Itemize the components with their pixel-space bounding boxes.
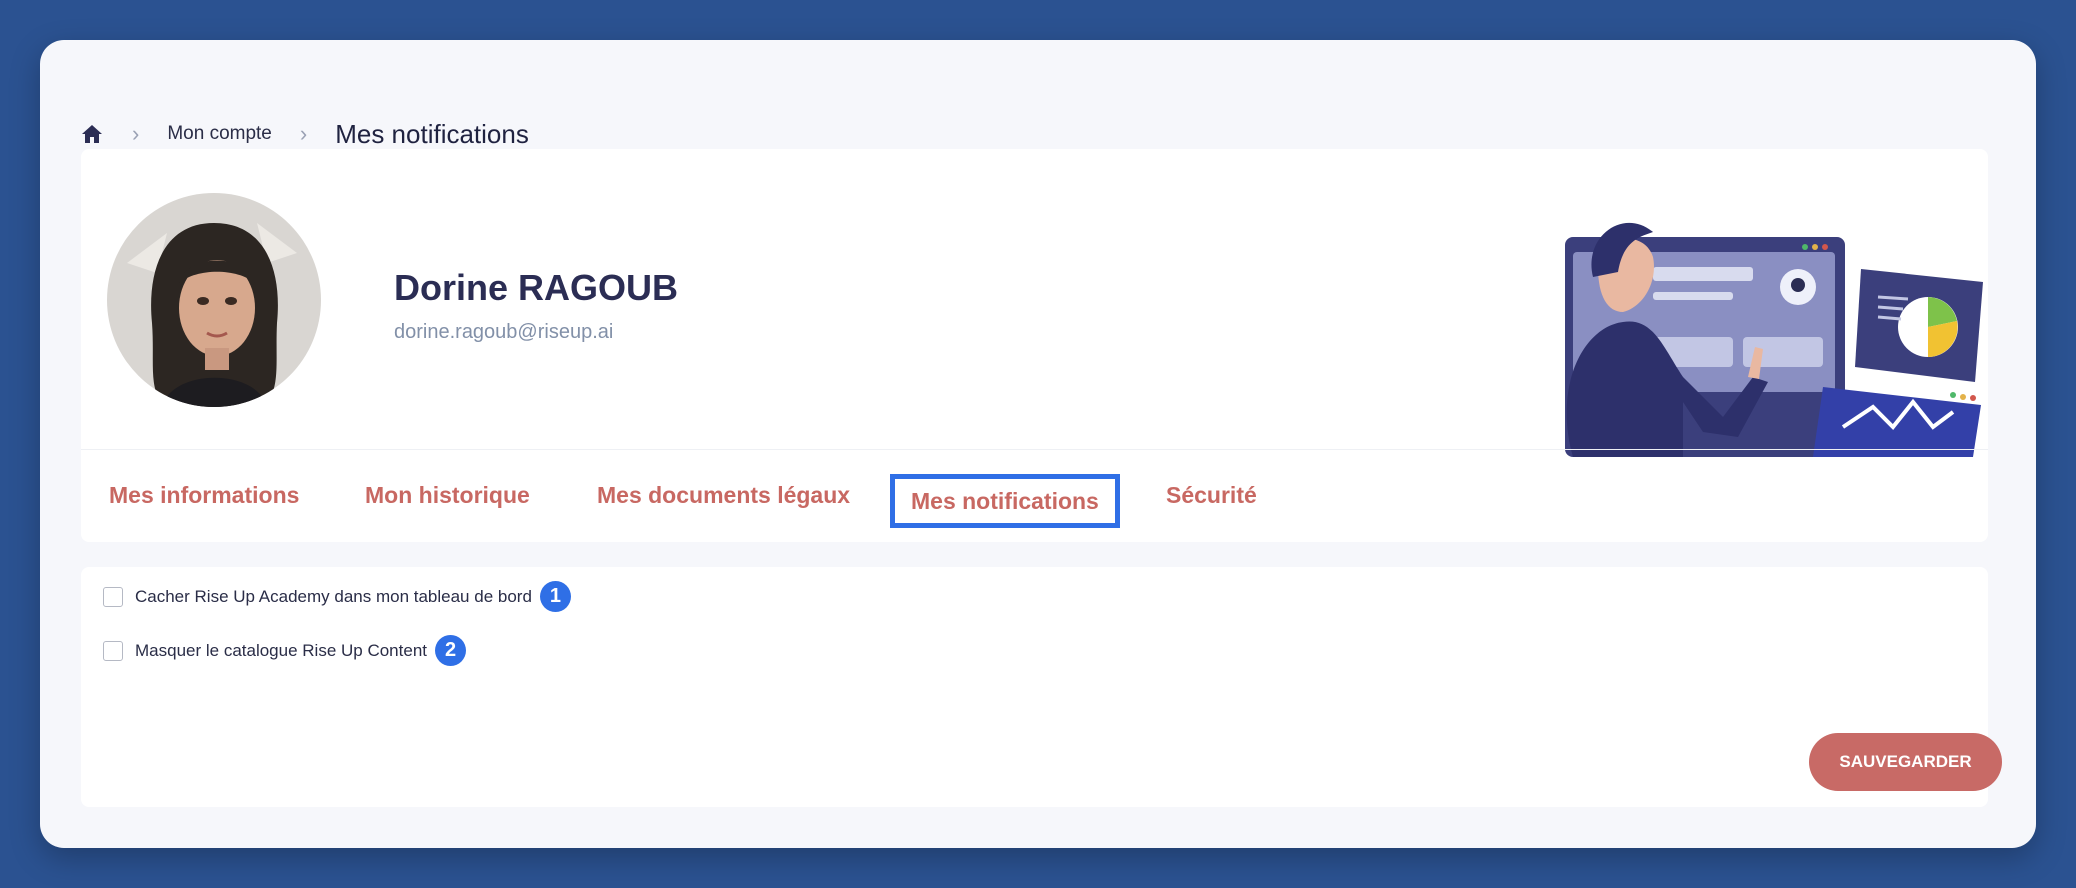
chevron-right-icon: › bbox=[132, 121, 140, 146]
save-button[interactable]: SAUVEGARDER bbox=[1809, 733, 2002, 791]
account-window: › Mon compte › Mes notifications Dorine … bbox=[40, 40, 2036, 848]
tab-mon-historique[interactable]: Mon historique bbox=[365, 449, 530, 542]
hide-content-catalog-checkbox[interactable] bbox=[103, 640, 123, 661]
annotation-badge-1: 1 bbox=[539, 581, 571, 612]
hide-academy-checkbox[interactable] bbox=[103, 586, 123, 607]
tab-mes-informations[interactable]: Mes informations bbox=[109, 449, 299, 542]
breadcrumb-current: Mes notifications bbox=[335, 118, 529, 149]
profile-card: Dorine RAGOUB dorine.ragoub@riseup.ai Me… bbox=[81, 149, 1988, 542]
tab-mes-documents-legaux[interactable]: Mes documents légaux bbox=[597, 449, 850, 542]
hide-academy-label: Cacher Rise Up Academy dans mon tableau … bbox=[135, 586, 532, 606]
annotation-badge-2: 2 bbox=[435, 635, 466, 666]
profile-tabs: Mes informations Mon historique Mes docu… bbox=[81, 449, 1988, 542]
avatar bbox=[107, 193, 321, 407]
option-hide-content-catalog: Masquer le catalogue Rise Up Content 2 bbox=[103, 635, 466, 666]
hide-content-catalog-label: Masquer le catalogue Rise Up Content bbox=[135, 640, 427, 660]
tab-securite[interactable]: Sécurité bbox=[1166, 449, 1257, 542]
profile-name: Dorine RAGOUB bbox=[394, 267, 679, 308]
tab-mes-notifications[interactable]: Mes notifications bbox=[890, 474, 1120, 528]
chevron-right-icon: › bbox=[299, 121, 308, 146]
home-icon[interactable] bbox=[80, 122, 104, 146]
profile-email: dorine.ragoub@riseup.ai bbox=[394, 321, 614, 343]
option-hide-academy: Cacher Rise Up Academy dans mon tableau … bbox=[103, 581, 571, 612]
notifications-settings-card: Cacher Rise Up Academy dans mon tableau … bbox=[81, 567, 2002, 807]
dashboard-illustration bbox=[1543, 187, 2013, 457]
breadcrumb-account-link[interactable]: Mon compte bbox=[167, 123, 272, 145]
